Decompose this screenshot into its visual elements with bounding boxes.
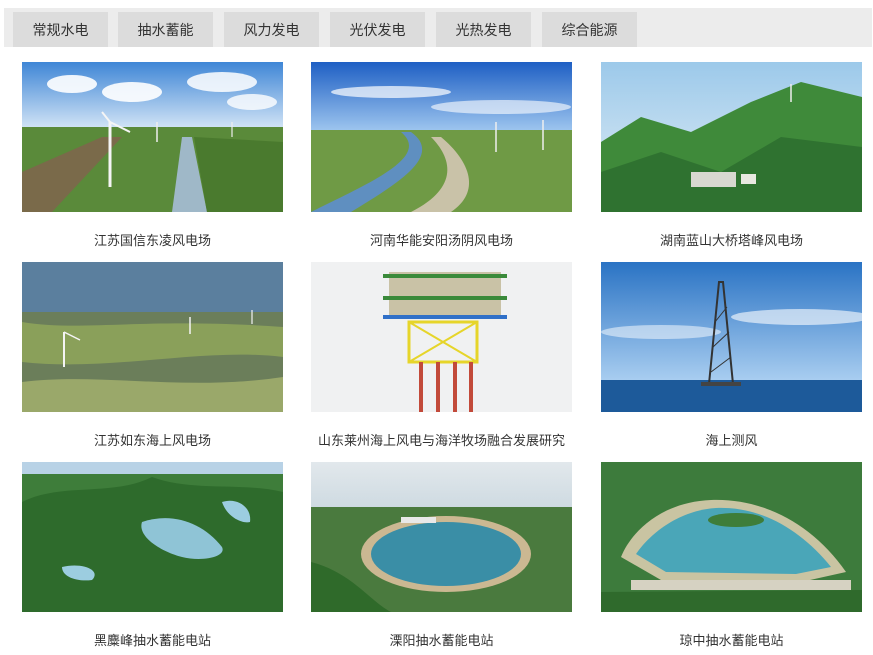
project-caption[interactable]: 琼中抽水蓄能电站 [601, 630, 862, 649]
project-caption[interactable]: 江苏如东海上风电场 [22, 430, 283, 449]
offshore-platform-render[interactable] [311, 262, 572, 412]
project-card[interactable]: 山东莱州海上风电与海洋牧场融合发展研究 [311, 262, 572, 449]
project-caption[interactable]: 江苏国信东凌风电场 [22, 230, 283, 249]
mountain-wind-farm-photo[interactable] [601, 62, 862, 212]
project-caption[interactable]: 溧阳抽水蓄能电站 [311, 630, 572, 649]
project-caption[interactable]: 河南华能安阳汤阴风电场 [311, 230, 572, 249]
tab-solar-thermal[interactable]: 光热发电 [436, 12, 531, 47]
tab-conventional-hydro[interactable]: 常规水电 [13, 12, 108, 47]
tab-pumped-storage[interactable]: 抽水蓄能 [118, 12, 213, 47]
wind-farm-canal-photo[interactable] [22, 62, 283, 212]
tab-wind-power[interactable]: 风力发电 [224, 12, 319, 47]
project-card[interactable]: 黑麋峰抽水蓄能电站 [22, 462, 283, 649]
project-card[interactable]: 江苏如东海上风电场 [22, 262, 283, 449]
tidal-flat-wind-photo[interactable] [22, 262, 283, 412]
project-card[interactable]: 湖南蓝山大桥塔峰风电场 [601, 62, 862, 249]
project-caption[interactable]: 山东莱州海上风电与海洋牧场融合发展研究 [311, 430, 572, 449]
lake-reservoir-photo[interactable] [601, 462, 862, 612]
project-card[interactable]: 河南华能安阳汤阴风电场 [311, 62, 572, 249]
oval-reservoir-photo[interactable] [311, 462, 572, 612]
project-caption[interactable]: 湖南蓝山大桥塔峰风电场 [601, 230, 862, 249]
mountain-reservoir-photo[interactable] [22, 462, 283, 612]
project-caption[interactable]: 海上测风 [601, 430, 862, 449]
project-card[interactable]: 溧阳抽水蓄能电站 [311, 462, 572, 649]
project-card[interactable]: 琼中抽水蓄能电站 [601, 462, 862, 649]
offshore-met-mast-photo[interactable] [601, 262, 862, 412]
project-caption[interactable]: 黑麋峰抽水蓄能电站 [22, 630, 283, 649]
tab-integrated-energy[interactable]: 综合能源 [542, 12, 637, 47]
wind-farm-river-photo[interactable] [311, 62, 572, 212]
category-tab-bar: 常规水电 抽水蓄能 风力发电 光伏发电 光热发电 综合能源 [4, 8, 872, 47]
tab-photovoltaic[interactable]: 光伏发电 [330, 12, 425, 47]
project-card[interactable]: 江苏国信东凌风电场 [22, 62, 283, 249]
project-card[interactable]: 海上测风 [601, 262, 862, 449]
